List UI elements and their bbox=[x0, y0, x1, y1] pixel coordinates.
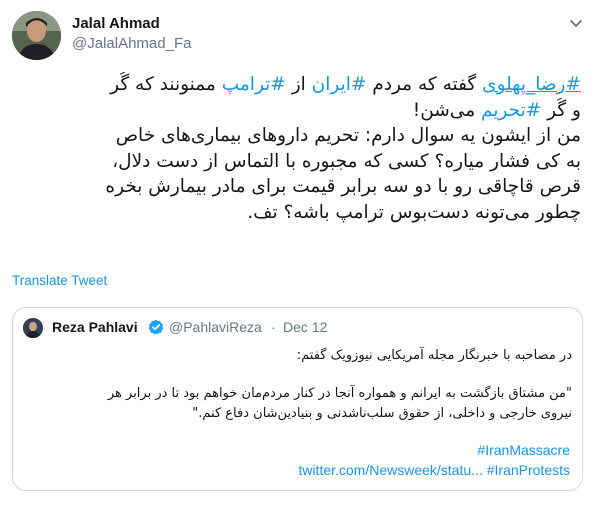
quoted-blank-line bbox=[23, 366, 572, 384]
quoted-author-avatar[interactable] bbox=[23, 318, 43, 338]
verified-badge-icon bbox=[148, 319, 164, 335]
chevron-down-icon[interactable] bbox=[566, 13, 586, 33]
hashtag-link[interactable]: #ترامپ bbox=[222, 74, 286, 95]
tweet-text-span: از bbox=[285, 74, 312, 95]
hashtag-link[interactable]: #ایران bbox=[312, 74, 367, 95]
quoted-hashtag[interactable]: #IranProtests bbox=[487, 462, 570, 478]
tweet-line: من از ایشون یه سوال دارم: تحریم داروهای … bbox=[115, 125, 581, 146]
quoted-line: در مصاحبه با خبرنگار مجله آمریکایی نیوزو… bbox=[296, 348, 572, 363]
quoted-line: نیروی خارجی و داخلی، از حقوق سلب‌ناشدنی … bbox=[192, 406, 572, 421]
tweet-line: به کی فشار میاره؟ کسی که مجبوره با التما… bbox=[112, 150, 581, 172]
quoted-line: "من مشتاق بازگشت به ایرانم و همواره آنجا… bbox=[107, 386, 572, 401]
quoted-url-link[interactable]: twitter.com/Newsweek/statu... bbox=[298, 462, 482, 478]
quoted-tweet-text: در مصاحبه با خبرنگار مجله آمریکایی نیوزو… bbox=[23, 346, 572, 424]
quoted-tweet-card[interactable]: Reza Pahlavi @PahlaviReza · Dec 12 در مص… bbox=[12, 307, 583, 491]
quoted-date[interactable]: Dec 12 bbox=[283, 319, 327, 335]
hashtag-link[interactable]: #رضا_پهلوی bbox=[482, 74, 581, 95]
tweet-text: #رضا_پهلوی گفته که مردم #ایران از #ترامپ… bbox=[14, 72, 581, 225]
author-name[interactable]: Jalal Ahmad bbox=[72, 15, 160, 32]
tweet-text-span: ممنونند که گُر bbox=[110, 74, 222, 95]
quoted-author-name[interactable]: Reza Pahlavi bbox=[52, 319, 138, 335]
author-handle[interactable]: @JalalAhmad_Fa bbox=[72, 35, 191, 52]
tweet-text-span: و گُر bbox=[541, 99, 581, 121]
quoted-hashtag[interactable]: #IranMassacre bbox=[477, 442, 570, 458]
tweet: Jalal Ahmad @JalalAhmad_Fa #رضا_پهلوی گف… bbox=[0, 0, 596, 508]
hashtag-link[interactable]: #تحریم bbox=[481, 100, 541, 121]
translate-tweet-link[interactable]: Translate Tweet bbox=[12, 273, 107, 288]
author-avatar[interactable] bbox=[12, 11, 61, 60]
tweet-line: چطور می‌تونه دست‌بوس ترامپ باشه؟ تف. bbox=[247, 201, 581, 223]
separator-dot: · bbox=[271, 319, 276, 335]
tweet-line: #رضا_پهلوی گفته که مردم #ایران از #ترامپ… bbox=[14, 72, 581, 98]
tweet-line: قرص قاچاقی رو با دو سه برابر قیمت برای م… bbox=[105, 176, 581, 197]
quoted-author-handle[interactable]: @PahlaviReza bbox=[169, 319, 262, 335]
tweet-line: و گُر #تحریم می‌شن! bbox=[14, 98, 581, 124]
tweet-text-span: می‌شن! bbox=[412, 99, 482, 121]
quoted-links-row: twitter.com/Newsweek/statu... #IranProte… bbox=[298, 462, 570, 478]
tweet-text-span: گفته که مردم bbox=[366, 74, 483, 95]
